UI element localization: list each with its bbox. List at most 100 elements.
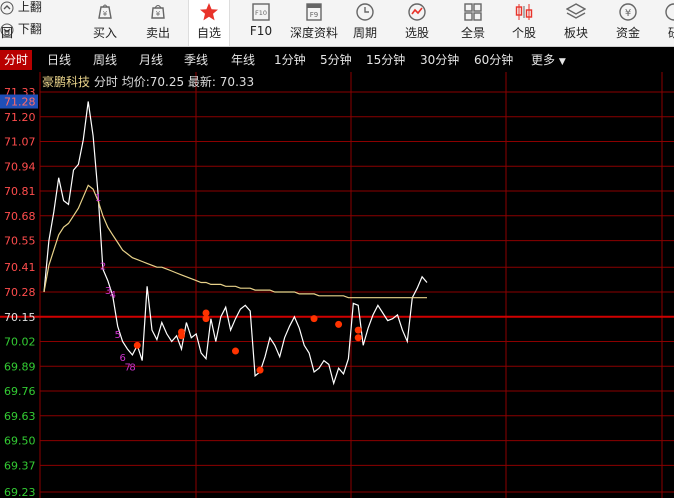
- tab-quarterly[interactable]: 季线: [184, 50, 208, 70]
- sector-label: 板块: [563, 26, 588, 40]
- sell-icon: ¥: [151, 5, 165, 19]
- y-tick-label: 69.89: [4, 360, 36, 373]
- y-tick-label: 70.68: [4, 210, 36, 223]
- avg-price-value: 70.25: [149, 75, 185, 89]
- tab-30min[interactable]: 30分钟: [420, 50, 459, 70]
- back-button[interactable]: 回: [0, 20, 14, 40]
- signal-marker: [256, 366, 264, 374]
- signal-marker: [202, 315, 210, 323]
- wave-label: 2: [100, 261, 106, 272]
- deep-data-button[interactable]: F9 深度资料: [286, 0, 342, 46]
- tab-monthly[interactable]: 月线: [139, 50, 163, 70]
- period-button[interactable]: 周期: [345, 0, 385, 46]
- buy-label: 买入: [92, 26, 117, 40]
- panorama-button[interactable]: 全景: [453, 0, 493, 46]
- watchlist-label: 自选: [196, 26, 221, 40]
- single-stock-button[interactable]: 个股: [504, 0, 544, 46]
- y-tick-label: 69.37: [4, 459, 36, 472]
- page-up-button[interactable]: 上翻: [0, 0, 44, 18]
- tab-5min[interactable]: 5分钟: [320, 50, 352, 70]
- research-label: 研: [667, 26, 674, 40]
- stock-name: 豪鹏科技: [42, 75, 91, 89]
- wave-label: 8: [129, 362, 135, 373]
- signal-marker: [354, 326, 362, 334]
- tab-daily[interactable]: 日线: [47, 50, 71, 70]
- tab-60min[interactable]: 60分钟: [474, 50, 513, 70]
- y-tick-label: 69.63: [4, 410, 36, 423]
- y-tick-label: 69.50: [4, 435, 36, 448]
- avg-price-label: 均价:: [121, 75, 150, 89]
- clock-icon: [356, 3, 374, 21]
- back-label: 回: [0, 26, 13, 40]
- single-stock-label: 个股: [511, 26, 536, 40]
- tab-weekly[interactable]: 周线: [93, 50, 117, 70]
- chart-info-bar: 豪鹏科技 分时 均价:70.25 最新: 70.33: [42, 73, 254, 89]
- signal-marker: [335, 320, 343, 328]
- page-up-icon: [0, 1, 14, 14]
- signal-marker: [133, 341, 141, 349]
- tab-intraday[interactable]: 分时: [0, 50, 33, 70]
- page-up-label: 上翻: [17, 0, 42, 14]
- sector-button[interactable]: 板块: [556, 0, 596, 46]
- chart-mode: 分时: [93, 75, 118, 89]
- y-tick-label: 70.81: [4, 185, 36, 198]
- last-price-value: 70.33: [219, 75, 255, 89]
- yen-icon-text: ¥: [625, 8, 631, 19]
- svg-text:¥: ¥: [156, 10, 161, 18]
- f10-icon-text: F10: [255, 9, 267, 17]
- tab-15min[interactable]: 15分钟: [366, 50, 405, 70]
- y-tick-label: 70.15: [4, 311, 36, 324]
- svg-text:¥: ¥: [103, 10, 108, 18]
- buy-button[interactable]: ¥ 买入: [78, 0, 132, 46]
- sell-label: 卖出: [145, 26, 170, 40]
- buy-icon: ¥: [98, 4, 112, 19]
- fund-label: 资金: [615, 26, 640, 40]
- panorama-label: 全景: [460, 26, 485, 40]
- y-tick-label: 70.94: [4, 160, 36, 173]
- y-tick-label: 71.07: [4, 136, 36, 149]
- toolbar: 上翻 下翻 回 ¥ 买入 ¥ 卖出 自选 F10 F10 F9 深度资料 周期 …: [0, 0, 674, 47]
- y-tick-label: 70.02: [4, 336, 36, 349]
- y-tick-label: 70.41: [4, 261, 36, 274]
- y-tick-label: 70.55: [4, 235, 36, 248]
- wave-label: 5: [115, 330, 121, 341]
- f9-icon-text: F9: [310, 11, 318, 19]
- signal-marker: [177, 332, 185, 340]
- y-tick-label: 70.28: [4, 286, 36, 299]
- research-icon: [665, 3, 674, 21]
- y-tick-label: 69.76: [4, 385, 36, 398]
- intraday-chart[interactable]: 71.3371.2071.0770.9470.8170.6870.5570.41…: [0, 72, 674, 498]
- y-tick-label: 69.23: [4, 486, 36, 498]
- deep-data-label: 深度资料: [289, 26, 338, 40]
- signal-marker: [231, 347, 239, 355]
- f10-icon: F10: [252, 3, 270, 21]
- f9-icon: F9: [306, 3, 322, 21]
- stock-picker-button[interactable]: 选股: [397, 0, 437, 46]
- y-tick-label: 71.20: [4, 111, 36, 124]
- wave-label: 1: [95, 193, 101, 204]
- period-label: 周期: [352, 26, 377, 40]
- period-tab-bar: 分时 日线 周线 月线 季线 年线 1分钟 5分钟 15分钟 30分钟 60分钟…: [0, 47, 674, 71]
- sell-button[interactable]: ¥ 卖出: [131, 0, 185, 46]
- fund-button[interactable]: ¥ 资金: [608, 0, 648, 46]
- chevron-down-icon: ▼: [558, 57, 566, 67]
- yen-icon: ¥: [619, 3, 637, 21]
- page-down-label: 下翻: [17, 22, 42, 36]
- signal-marker: [354, 334, 362, 342]
- wave-label: 4: [110, 290, 116, 301]
- stock-picker-label: 选股: [404, 26, 429, 40]
- tab-1min[interactable]: 1分钟: [274, 50, 306, 70]
- layers-icon: [566, 3, 586, 19]
- f10-label: F10: [249, 24, 273, 38]
- stock-picker-icon: [408, 3, 426, 21]
- watchlist-button[interactable]: 自选: [188, 0, 230, 46]
- tab-more[interactable]: 更多 ▼: [531, 50, 566, 70]
- tab-yearly[interactable]: 年线: [231, 50, 255, 70]
- last-price-label: 最新:: [187, 75, 216, 89]
- tab-more-label: 更多: [531, 53, 556, 67]
- f10-button[interactable]: F10 F10: [238, 0, 284, 46]
- current-price-label: 71.28: [4, 96, 36, 109]
- star-icon: [200, 3, 218, 21]
- research-button[interactable]: 研: [662, 0, 674, 46]
- signal-marker: [310, 315, 318, 323]
